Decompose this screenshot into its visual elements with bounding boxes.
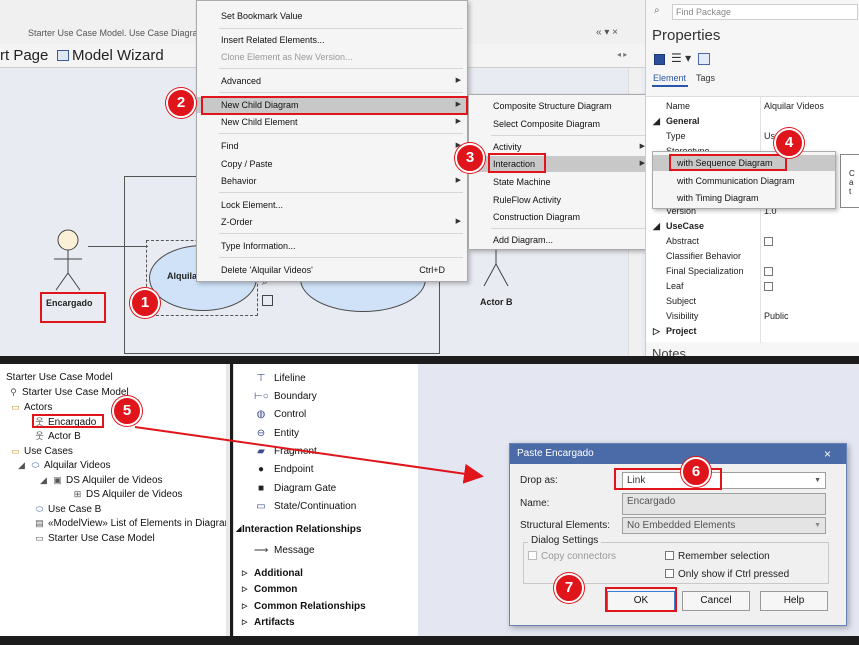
highlight-ok-button xyxy=(605,587,677,612)
step-badge-4: 4 xyxy=(774,128,804,158)
screenshot-root: Starter Use Case Model. Use Case Diagram… xyxy=(0,0,859,645)
step-badge-2: 2 xyxy=(166,88,196,118)
highlight-encargado-tree xyxy=(32,414,104,428)
step-badge-1: 1 xyxy=(130,288,160,318)
highlight-interaction xyxy=(488,153,546,173)
highlight-new-child-diagram xyxy=(201,96,468,115)
step-badge-5: 5 xyxy=(112,396,142,426)
highlight-encargado-actor xyxy=(40,292,106,323)
step-badge-7: 7 xyxy=(554,573,584,603)
step-badge-3: 3 xyxy=(455,143,485,173)
drag-arrow-line xyxy=(134,426,484,484)
step-badge-6: 6 xyxy=(681,457,711,487)
highlight-sequence-diagram xyxy=(669,154,787,171)
